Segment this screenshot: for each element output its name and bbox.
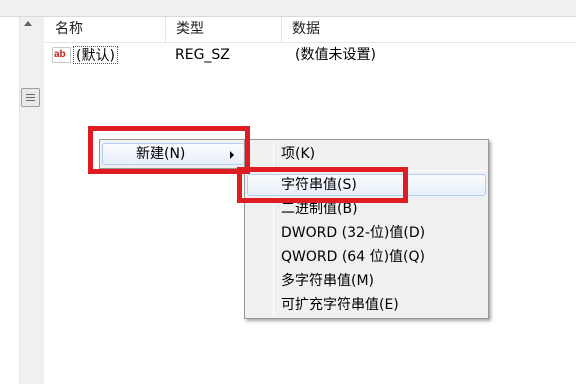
- menu-item-multi-string-value-label: 多字符串值(M): [281, 273, 375, 289]
- table-row[interactable]: REG_SZ (数值未设置): [45, 43, 576, 67]
- menu-item-key[interactable]: 项(K): [247, 143, 486, 165]
- grip-line: [26, 100, 35, 101]
- menu-item-qword-value-label: QWORD (64 位)值(Q): [281, 249, 425, 265]
- string-value-icon: ab: [52, 47, 71, 63]
- grip-line: [26, 94, 35, 95]
- menu-item-new-label: 新建(N): [136, 146, 186, 162]
- tree-vertical-scrollbar[interactable]: [19, 17, 44, 384]
- menu-item-dword-value-label: DWORD (32-位)值(D): [281, 225, 426, 241]
- scrollbar-thumb[interactable]: [21, 88, 40, 107]
- row-name-cell[interactable]: (默认): [73, 46, 118, 64]
- menu-separator: [278, 170, 485, 171]
- menu-item-binary-value-label: 二进制值(B): [281, 201, 358, 217]
- column-header-type[interactable]: 类型: [166, 17, 282, 42]
- menu-item-new[interactable]: 新建(N): [102, 143, 245, 165]
- list-header: 名称 类型 数据: [45, 17, 576, 43]
- row-data-cell: (数值未设置): [295, 47, 376, 63]
- row-type-cell: REG_SZ: [175, 47, 230, 63]
- menu-item-qword-value[interactable]: QWORD (64 位)值(Q): [247, 246, 486, 268]
- menu-item-multi-string-value[interactable]: 多字符串值(M): [247, 270, 486, 292]
- grip-line: [26, 97, 35, 98]
- menu-item-string-value[interactable]: 字符串值(S): [247, 174, 486, 196]
- column-header-name[interactable]: 名称: [45, 17, 166, 42]
- scroll-up-arrow-icon[interactable]: [24, 21, 32, 26]
- menu-item-key-label: 项(K): [281, 146, 316, 162]
- menu-item-expandable-string-value[interactable]: 可扩充字符串值(E): [247, 294, 486, 316]
- registry-tree-pane[interactable]: [0, 17, 44, 384]
- column-header-data[interactable]: 数据: [282, 17, 576, 42]
- menu-item-binary-value[interactable]: 二进制值(B): [247, 198, 486, 220]
- menu-item-expandable-string-value-label: 可扩充字符串值(E): [281, 297, 399, 313]
- menu-item-dword-value[interactable]: DWORD (32-位)值(D): [247, 222, 486, 244]
- context-menu: 新建(N): [99, 139, 248, 169]
- submenu-arrow-icon: [230, 151, 234, 159]
- new-submenu: 项(K) 字符串值(S) 二进制值(B) DWORD (32-位)值(D) QW…: [244, 139, 489, 319]
- menu-item-string-value-label: 字符串值(S): [281, 177, 357, 193]
- window-top-bar: [0, 0, 576, 17]
